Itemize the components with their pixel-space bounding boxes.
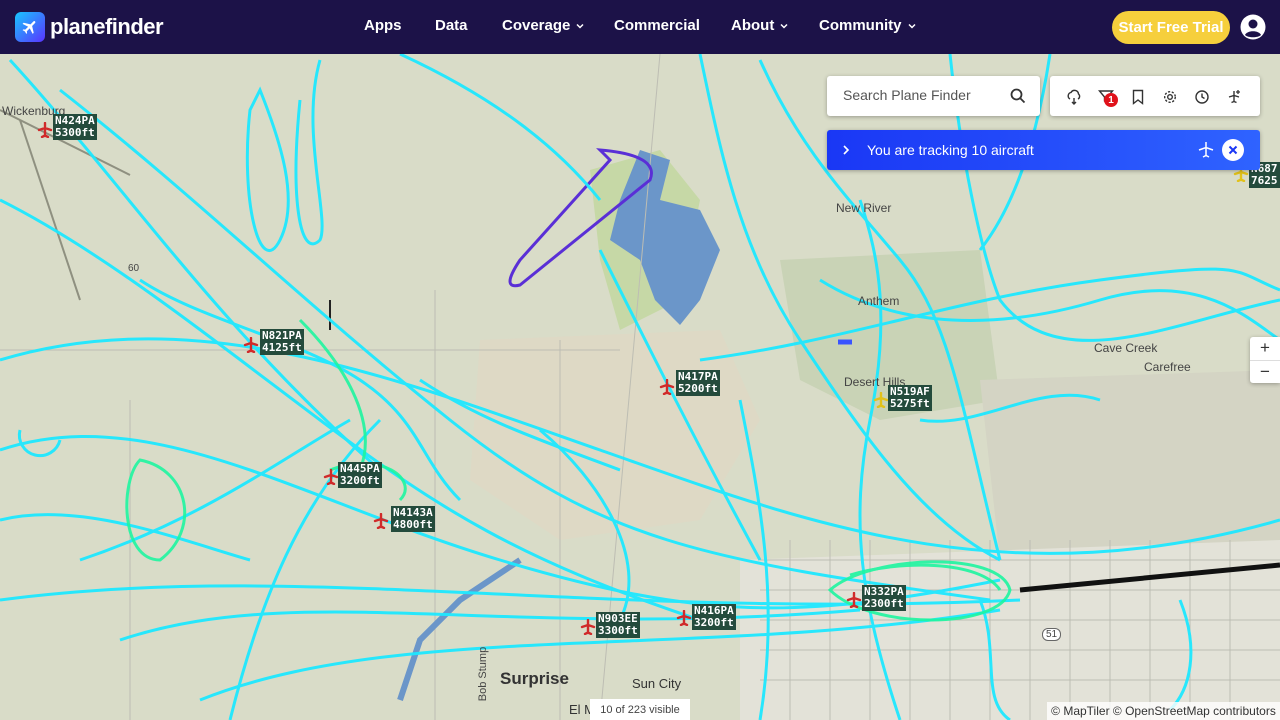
route-shield-60: 60 [128, 263, 140, 274]
chevron-down-icon [780, 23, 788, 29]
nav-coverage-label: Coverage [502, 17, 571, 34]
street-bob-stump: Bob Stump [477, 646, 490, 702]
chevron-right-icon[interactable] [840, 144, 852, 156]
brand-name: planefinder [50, 14, 164, 39]
nav-about-label: About [731, 17, 775, 34]
close-icon [1228, 145, 1238, 155]
zoom-control: + − [1250, 337, 1280, 383]
nav-community[interactable]: Community [819, 17, 917, 34]
place-surprise: Surprise [500, 669, 569, 688]
aircraft-label[interactable]: N903EE 3300ft [596, 612, 640, 638]
nav-community-label: Community [819, 17, 902, 34]
aircraft-altitude: 4125ft [262, 341, 302, 354]
bookmark-icon[interactable] [1130, 89, 1146, 105]
aircraft-label[interactable]: N445PA 3200ft [338, 462, 382, 488]
place-cave-creek: Cave Creek [1094, 341, 1158, 355]
aircraft-icon[interactable] [580, 619, 596, 635]
place-new-river: New River [836, 201, 892, 215]
nav-apps-label: Apps [364, 17, 402, 34]
history-icon[interactable] [1194, 89, 1210, 105]
visible-count: 10 of 223 visible [590, 699, 690, 720]
aircraft-altitude: 5200ft [678, 382, 718, 395]
search-input[interactable] [841, 86, 1005, 104]
top-navbar: planefinder Apps Data Coverage Commercia… [0, 0, 1280, 54]
aircraft-altitude: 5300ft [55, 126, 95, 139]
aircraft-icon[interactable] [323, 469, 339, 485]
aircraft-icon[interactable] [676, 610, 692, 626]
aircraft-label[interactable]: N519AF 5275ft [888, 385, 932, 411]
nav-data-label: Data [435, 17, 468, 34]
weather-icon[interactable] [1066, 89, 1082, 105]
zoom-out-button[interactable]: − [1250, 360, 1280, 383]
place-carefree: Carefree [1144, 360, 1191, 374]
plane-logo-icon [15, 12, 45, 42]
brand-logo[interactable]: planefinder [15, 12, 164, 42]
aircraft-icon[interactable] [846, 592, 862, 608]
aircraft-label[interactable]: N416PA 3200ft [692, 604, 736, 630]
map-attribution[interactable]: © MapTiler © OpenStreetMap contributors [1047, 702, 1280, 720]
aircraft-altitude: 3200ft [340, 474, 380, 487]
aircraft-altitude: 4800ft [393, 518, 433, 531]
chevron-down-icon [907, 23, 916, 29]
chevron-down-icon [576, 23, 584, 29]
user-circle-icon[interactable] [1240, 14, 1266, 40]
aircraft-altitude: 3300ft [598, 624, 638, 637]
tracking-text: You are tracking 10 aircraft [867, 142, 1034, 158]
nav-apps[interactable]: Apps [364, 17, 402, 34]
aircraft-altitude: 2300ft [864, 597, 904, 610]
place-anthem: Anthem [858, 294, 900, 308]
search-box [827, 76, 1040, 116]
filter-count-badge: 1 [1104, 93, 1118, 107]
nav-about[interactable]: About [731, 17, 789, 34]
nav-coverage[interactable]: Coverage [502, 17, 585, 34]
nav-commercial[interactable]: Commercial [614, 17, 700, 34]
aircraft-icon[interactable] [373, 513, 389, 529]
aircraft-label[interactable]: N821PA 4125ft [260, 329, 304, 355]
aircraft-label[interactable]: N332PA 2300ft [862, 585, 906, 611]
place-sun-city: Sun City [632, 676, 682, 691]
aircraft-icon[interactable] [37, 122, 53, 138]
search-icon[interactable] [1010, 88, 1026, 104]
aircraft-altitude: 5275ft [890, 397, 930, 410]
zoom-in-button[interactable]: + [1250, 337, 1280, 359]
plane-icon [1198, 142, 1214, 158]
aircraft-altitude: 7625 [1251, 174, 1278, 187]
nav-data[interactable]: Data [435, 17, 468, 34]
aircraft-label[interactable]: N424PA 5300ft [53, 114, 97, 140]
aircraft-altitude: 3200ft [694, 616, 734, 629]
aircraft-label[interactable]: N417PA 5200ft [676, 370, 720, 396]
aircraft-label[interactable]: N4143A 4800ft [391, 506, 435, 532]
start-free-trial-button[interactable]: Start Free Trial [1112, 11, 1230, 44]
route-shield-51: 51 [1042, 628, 1062, 641]
settings-icon[interactable] [1162, 89, 1178, 105]
add-aircraft-icon[interactable] [1226, 89, 1242, 105]
close-tracking-button[interactable] [1222, 139, 1244, 161]
aircraft-icon[interactable] [243, 337, 259, 353]
aircraft-icon[interactable] [873, 392, 889, 408]
tracking-banner[interactable]: You are tracking 10 aircraft [827, 130, 1260, 170]
aircraft-icon[interactable] [659, 379, 675, 395]
nav-commercial-label: Commercial [614, 17, 700, 34]
